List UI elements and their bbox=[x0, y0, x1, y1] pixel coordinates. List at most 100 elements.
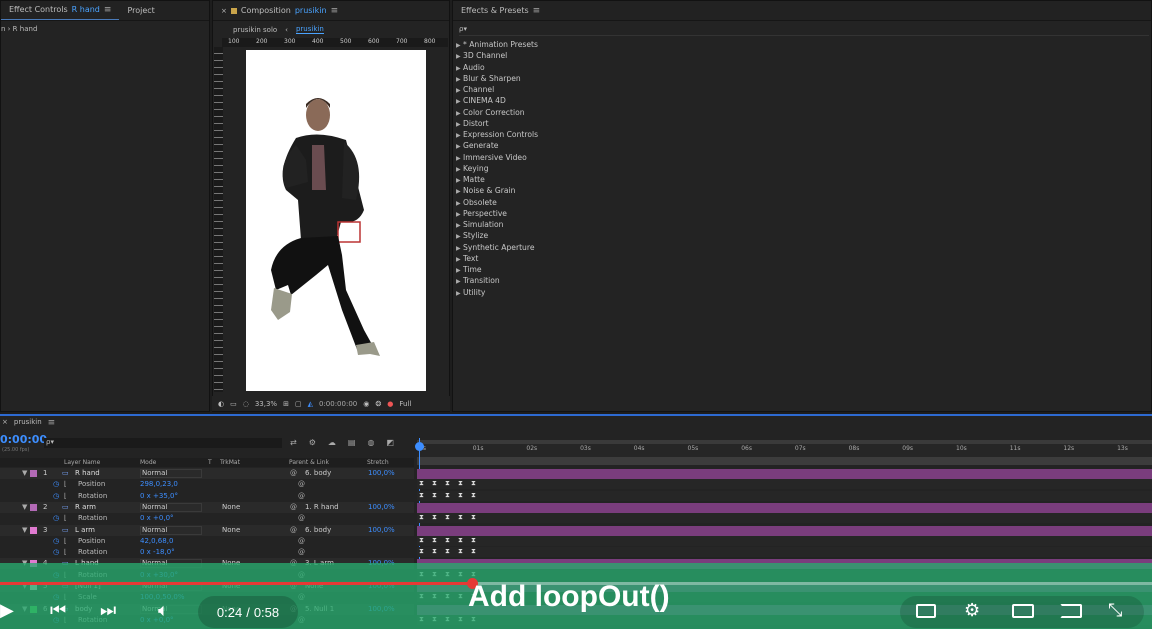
tab-effects-presets[interactable]: Effects & Presets ≡ bbox=[453, 6, 548, 16]
header-stretch[interactable]: Stretch bbox=[367, 459, 389, 466]
keyframe-icon[interactable]: ⧗ bbox=[419, 479, 424, 488]
keyframe-icon[interactable]: ⧗ bbox=[458, 479, 463, 488]
parent-dropdown-value[interactable]: 1. R hand bbox=[305, 503, 339, 511]
keyframe-icon[interactable]: ⧗ bbox=[432, 479, 437, 488]
keyframe-icon[interactable]: ⧗ bbox=[419, 491, 424, 500]
layer-duration-bar[interactable] bbox=[417, 469, 1152, 479]
effects-category-item[interactable]: ▶ Text bbox=[456, 254, 478, 263]
effects-category-item[interactable]: ▶ * Animation Presets bbox=[456, 40, 538, 49]
keyframe-icon[interactable]: ⧗ bbox=[471, 513, 476, 522]
expand-triangle-icon[interactable]: ▶ bbox=[456, 188, 463, 195]
expand-triangle-icon[interactable]: ▶ bbox=[456, 65, 463, 72]
keyframe-icon[interactable]: ⧗ bbox=[445, 491, 450, 500]
tab-composition[interactable]: × Composition prusikin ≡ bbox=[213, 6, 346, 16]
next-button[interactable]: ⏭ bbox=[100, 600, 116, 621]
mode-dropdown[interactable] bbox=[140, 469, 202, 478]
effects-category-item[interactable]: ▶ Synthetic Aperture bbox=[456, 243, 535, 252]
header-parent[interactable]: Parent & Link bbox=[289, 459, 329, 466]
keyframe-icon[interactable]: ⧗ bbox=[432, 547, 437, 556]
expand-triangle-icon[interactable]: ▼ bbox=[22, 469, 27, 477]
expand-triangle-icon[interactable]: ▶ bbox=[456, 290, 463, 297]
pickwhip-icon[interactable]: @ bbox=[298, 492, 305, 500]
resolution-value[interactable]: Full bbox=[399, 400, 411, 408]
pickwhip-icon[interactable]: @ bbox=[298, 548, 305, 556]
expand-triangle-icon[interactable]: ▶ bbox=[456, 278, 463, 285]
miniplayer-icon[interactable] bbox=[1012, 604, 1034, 618]
expand-triangle-icon[interactable]: ▶ bbox=[456, 87, 463, 94]
layer-duration-bar[interactable] bbox=[417, 525, 1152, 536]
keyframe-icon[interactable]: ⧗ bbox=[458, 536, 463, 545]
label-color-swatch[interactable] bbox=[30, 470, 37, 477]
expand-triangle-icon[interactable]: ▶ bbox=[456, 233, 463, 240]
trkmat-dropdown-value[interactable]: None bbox=[222, 526, 240, 534]
keyframe-icon[interactable]: ⧗ bbox=[458, 513, 463, 522]
effects-category-item[interactable]: ▶ Generate bbox=[456, 141, 498, 150]
property-value[interactable]: 42,0,68,0 bbox=[140, 537, 173, 545]
effects-category-item[interactable]: ▶ Immersive Video bbox=[456, 153, 527, 162]
keyframe-icon[interactable]: ⧗ bbox=[419, 547, 424, 556]
expand-triangle-icon[interactable]: ▶ bbox=[456, 211, 463, 218]
time-ruler[interactable]: 0s01s02s03s04s05s06s07s08s09s10s11s12s13… bbox=[417, 440, 1152, 457]
graph-editor-icon[interactable]: ◩ bbox=[386, 438, 394, 447]
previous-button[interactable]: ⏮ bbox=[50, 600, 66, 621]
keyframe-icon[interactable]: ⧗ bbox=[471, 536, 476, 545]
snapshot-icon[interactable]: ◐ bbox=[218, 400, 224, 408]
effects-category-item[interactable]: ▶ Time bbox=[456, 265, 482, 274]
monitor-icon[interactable]: ▭ bbox=[230, 400, 237, 408]
settings-icon[interactable]: ⚙ bbox=[964, 600, 980, 621]
keyframe-icon[interactable]: ⧗ bbox=[432, 513, 437, 522]
timeline-tab[interactable]: × prusikin ≡ bbox=[2, 418, 55, 428]
channel-icon[interactable]: ● bbox=[387, 400, 393, 408]
volume-button[interactable]: 🔈︎ bbox=[158, 600, 169, 621]
header-mode[interactable]: Mode bbox=[140, 459, 156, 466]
effects-category-item[interactable]: ▶ Color Correction bbox=[456, 108, 525, 117]
comp-timecode[interactable]: 0:00:00:00 bbox=[319, 400, 357, 408]
timeline-search-input[interactable]: ρ▾ bbox=[44, 438, 282, 448]
expand-triangle-icon[interactable]: ▶ bbox=[456, 222, 463, 229]
trkmat-dropdown-value[interactable]: None bbox=[222, 503, 240, 511]
cast-icon[interactable] bbox=[1060, 604, 1082, 618]
expand-triangle-icon[interactable]: ▶ bbox=[456, 143, 463, 150]
effects-category-item[interactable]: ▶ Transition bbox=[456, 276, 500, 285]
keyframe-icon[interactable]: ⧗ bbox=[445, 479, 450, 488]
property-value[interactable]: 298,0,23,0 bbox=[140, 480, 178, 488]
keyframe-icon[interactable]: ⧗ bbox=[419, 513, 424, 522]
stretch-value[interactable]: 100,0% bbox=[368, 526, 395, 534]
layer-duration-bar[interactable] bbox=[417, 502, 1152, 513]
keyframe-icon[interactable]: ⧗ bbox=[432, 536, 437, 545]
effects-category-item[interactable]: ▶ Noise & Grain bbox=[456, 186, 515, 195]
expand-triangle-icon[interactable]: ▶ bbox=[456, 98, 463, 105]
effects-category-item[interactable]: ▶ Channel bbox=[456, 85, 494, 94]
pickwhip-icon[interactable]: @ bbox=[290, 503, 297, 511]
expand-triangle-icon[interactable]: ▼ bbox=[22, 526, 27, 534]
tab-effect-controls[interactable]: Effect Controls R hand ≡ bbox=[1, 1, 120, 20]
effects-category-item[interactable]: ▶ 3D Channel bbox=[456, 51, 507, 60]
expand-triangle-icon[interactable]: ▶ bbox=[456, 42, 463, 49]
property-value[interactable]: 0 x +35,0° bbox=[140, 492, 178, 500]
pickwhip-icon[interactable]: @ bbox=[298, 537, 305, 545]
expand-triangle-icon[interactable]: ▶ bbox=[456, 155, 463, 162]
label-color-swatch[interactable] bbox=[30, 503, 37, 511]
expand-triangle-icon[interactable]: ▶ bbox=[456, 110, 463, 117]
mask-icon[interactable]: ◌ bbox=[243, 400, 249, 408]
property-row[interactable]: ◷ ⌊ Position 298,0,23,0 @ bbox=[0, 479, 414, 491]
camera-icon[interactable]: ◉ bbox=[363, 400, 369, 408]
breadcrumb-prusikin[interactable]: prusikin bbox=[295, 25, 324, 34]
expand-triangle-icon[interactable]: ▶ bbox=[456, 200, 463, 207]
effects-category-item[interactable]: ▶ CINEMA 4D bbox=[456, 96, 506, 105]
keyframe-icon[interactable]: ⧗ bbox=[419, 536, 424, 545]
composition-menu-icon[interactable]: ≡ bbox=[331, 6, 339, 16]
mode-dropdown[interactable] bbox=[140, 502, 202, 512]
effects-category-item[interactable]: ▶ Simulation bbox=[456, 220, 503, 229]
expand-triangle-icon[interactable]: ▶ bbox=[456, 121, 463, 128]
transparency-icon[interactable]: ◭ bbox=[308, 400, 313, 408]
composition-canvas[interactable] bbox=[246, 50, 426, 391]
effects-category-item[interactable]: ▶ Expression Controls bbox=[456, 130, 538, 139]
close-icon[interactable]: × bbox=[2, 418, 8, 428]
expand-triangle-icon[interactable]: ▶ bbox=[456, 177, 463, 184]
motion-blur-icon[interactable]: ◍ bbox=[367, 438, 374, 447]
effects-category-item[interactable]: ▶ Perspective bbox=[456, 209, 507, 218]
stopwatch-icon[interactable]: ◷ bbox=[53, 514, 59, 522]
property-row[interactable]: ◷ ⌊ Rotation 0 x +0,0° @ bbox=[0, 513, 414, 525]
play-button[interactable]: ▶ bbox=[0, 600, 14, 621]
